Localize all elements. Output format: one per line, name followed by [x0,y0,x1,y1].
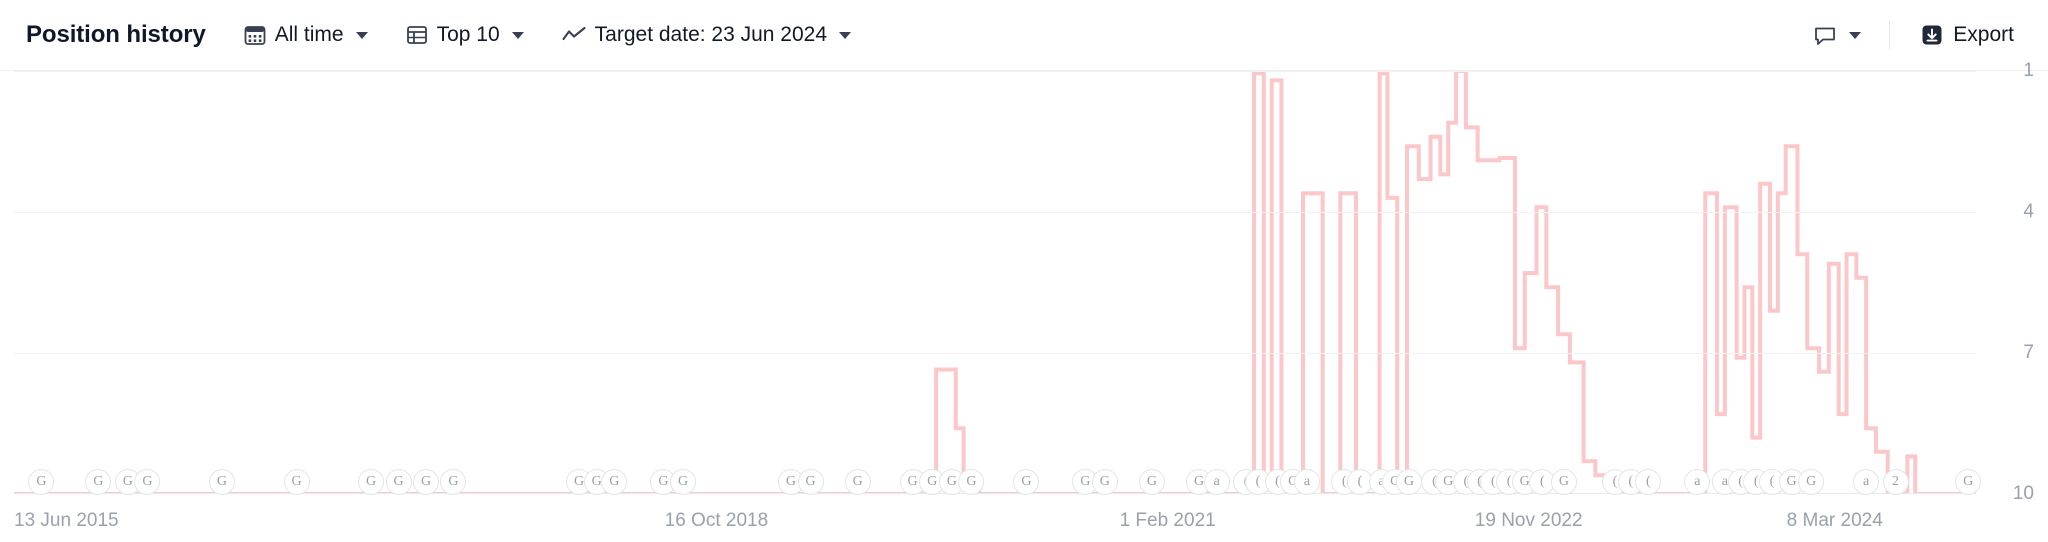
toolbar-right-group: Export [1787,19,2022,51]
calendar-icon [244,24,266,46]
gridline [14,353,1976,354]
serp-feature-marker[interactable]: G [440,469,467,495]
serp-feature-marker[interactable]: G [1550,469,1577,495]
serp-feature-marker[interactable]: G [283,469,310,495]
serp-feature-marker[interactable]: G [28,469,55,495]
gridline [14,212,1976,213]
serp-feature-marker[interactable]: G [413,469,440,495]
target-date-label: Target date: 23 Jun 2024 [594,23,828,46]
export-button[interactable]: Export [1912,19,2022,51]
export-label: Export [1953,23,2014,46]
top-positions-label: Top 10 [436,23,500,46]
serp-feature-marker[interactable]: 2 [1882,469,1909,495]
table-icon [406,24,428,46]
serp-feature-marker[interactable]: G [85,469,112,495]
serp-feature-marker[interactable]: G [1091,469,1118,495]
serp-feature-marker[interactable]: G [385,469,412,495]
serp-feature-marker[interactable]: G [358,469,385,495]
serp-feature-marker[interactable]: G [1013,469,1040,495]
x-axis-tick-label: 16 Oct 2018 [664,510,769,531]
x-axis-tick-label: 8 Mar 2024 [1786,510,1883,531]
serp-feature-marker[interactable]: G [1955,469,1982,495]
gridline [14,71,1976,72]
comments-menu[interactable] [1805,20,1869,50]
page-title: Position history [26,21,206,48]
toolbar-divider [1889,21,1891,49]
chevron-down-icon [511,31,524,39]
chevron-down-icon [1849,31,1862,39]
serp-feature-marker[interactable]: a [1293,469,1320,495]
plot-area[interactable] [14,71,1976,494]
serp-feature-marker[interactable]: a [1853,469,1880,495]
x-axis-tick-label: 1 Feb 2021 [1119,510,1216,531]
x-axis-tick-label: 19 Nov 2022 [1474,510,1583,531]
serp-feature-marker[interactable]: a [1203,469,1230,495]
serp-feature-marker[interactable]: ( [1635,469,1662,495]
serp-feature-marker[interactable]: G [134,469,161,495]
serp-feature-marker[interactable]: G [844,469,871,495]
chevron-down-icon [839,31,852,39]
serp-feature-marker[interactable]: G [1138,469,1165,495]
comment-icon [1813,24,1837,46]
top-positions-selector[interactable]: Top 10 [398,19,532,51]
serp-feature-marker[interactable]: G [1798,469,1825,495]
serp-feature-marker[interactable]: G [670,469,697,495]
y-axis-tick-label: 1 [2023,60,2034,81]
target-date-selector[interactable]: Target date: 23 Jun 2024 [554,19,859,51]
serp-feature-marker[interactable]: G [958,469,985,495]
date-range-label: All time [274,23,344,46]
download-icon [1920,23,1944,47]
serp-feature-marker[interactable]: G [1395,469,1422,495]
serp-feature-marker[interactable]: a [1684,469,1711,495]
serp-feature-marker[interactable]: G [797,469,824,495]
trend-line-icon [562,24,586,46]
x-axis-baseline [14,493,1976,494]
y-axis-tick-label: 7 [2023,342,2034,363]
position-series-line [14,71,1976,494]
serp-feature-marker[interactable]: G [601,469,628,495]
serp-feature-marker[interactable]: G [208,469,235,495]
y-axis-tick-label: 4 [2023,201,2034,222]
chart-toolbar: Position history All time Top 10 Target … [0,0,2048,70]
date-range-selector[interactable]: All time [236,19,376,51]
chevron-down-icon [355,31,368,39]
x-axis-tick-label: 13 Jun 2015 [14,510,119,531]
position-history-chart: 1 4 7 10 13 Jun 2015 16 Oct 2018 1 Feb 2021 19… [0,60,2048,542]
y-axis-tick-label: 10 [2012,483,2034,504]
